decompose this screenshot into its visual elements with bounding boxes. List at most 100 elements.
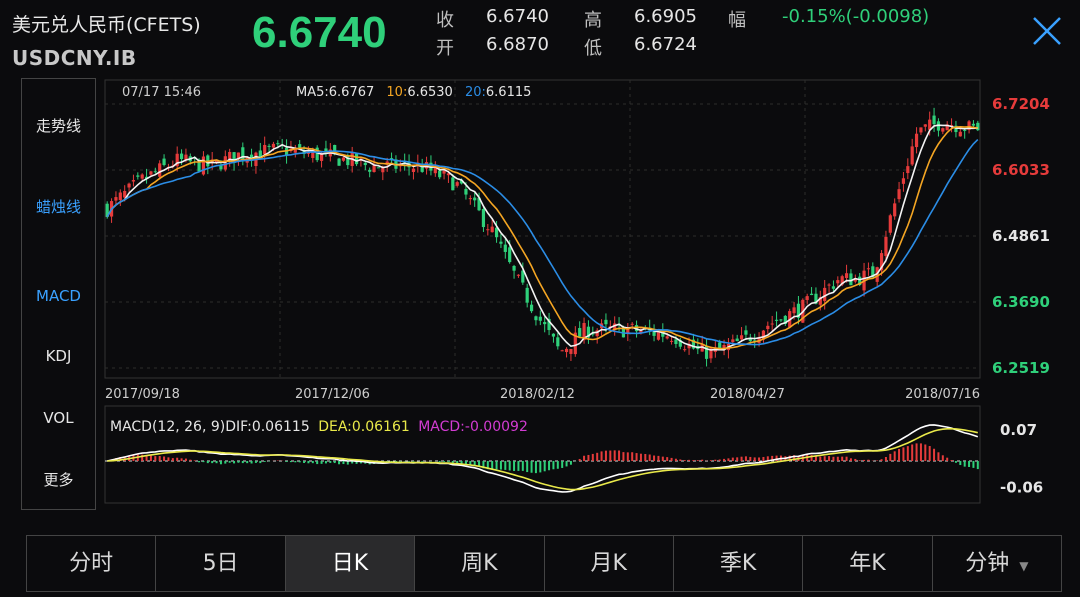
candle-body [149,171,153,175]
candle-body [267,145,271,147]
x-tick-label: 2017/12/06 [295,387,370,402]
candle-body [534,316,538,321]
ma5-line [106,124,978,351]
candle-body [831,286,836,289]
sidebar-item-vol[interactable]: VOL [22,409,95,427]
macd-y-tick-label: 0.07 [1000,421,1037,439]
chevron-down-icon: ▼ [1019,559,1029,573]
moving-averages [106,124,979,351]
candle-body [543,322,547,325]
tab-weekly-k[interactable]: 周K [415,536,545,591]
tab-daily-k[interactable]: 日K [285,536,416,591]
candle-body [376,167,381,169]
candle-body [578,328,582,337]
candle-body [158,163,162,177]
sidebar-item-more[interactable]: 更多 [22,469,95,490]
candle-body [770,323,774,325]
chart-area[interactable]: 07/17 15:46 MA5:6.6767 10:6.6530 20:6.61… [100,78,1080,508]
candle-body [914,133,919,148]
candle-body [503,244,507,252]
candles [105,107,980,367]
candle-body [564,348,569,353]
candle-body [114,197,118,201]
candle-body [455,182,459,186]
high-label: 高 [584,10,602,31]
tab-yearly-k[interactable]: 年K [803,536,933,591]
candle-body [276,143,280,145]
last-price: 6.6740 [252,8,387,57]
candle-body [131,180,136,182]
instrument-code: USDCNY.IB [12,46,137,70]
candle-body [486,229,490,231]
candle-body [556,337,560,347]
ma5-label: MA5: [296,85,329,100]
tab-quarterly-k[interactable]: 季K [674,536,804,591]
candle-body [560,350,564,352]
candle-body [368,169,372,172]
candle-body [963,129,967,131]
instrument-title: 美元兑人民币(CFETS) [12,14,201,36]
candle-body [630,323,634,325]
macd-params: MACD(12, 26, 9) [110,419,225,435]
candle-body [538,316,542,321]
candle-body [923,124,927,127]
macd-dea: DEA:0.06161 [318,419,410,435]
y-tick-label: 6.6033 [992,161,1050,179]
macd-value: MACD:-0.00092 [418,419,528,435]
candle-body [836,280,840,284]
y-tick-label: 6.3690 [992,293,1050,311]
candle-body [162,158,166,166]
candle-body [153,171,157,173]
high-value: 6.6905 [634,6,697,27]
candle-body [464,188,468,195]
ma10-label: 10: [386,85,407,100]
candle-body [118,192,122,200]
candle-body [739,335,744,340]
candle-body [341,157,346,161]
close-value: 6.6740 [486,6,549,27]
candle-body [941,128,945,132]
candle-body [683,349,687,351]
candle-body [271,143,276,148]
candle-body [897,189,901,200]
x-tick-label: 2017/09/18 [105,387,180,402]
axis-ticks: 6.7204 6.6033 6.4861 6.3690 6.2519 2017/09/18… [105,95,1050,497]
candle-body [910,146,914,165]
sidebar-item-trendline[interactable]: 走势线 [22,115,95,136]
candle-body [906,166,910,174]
candle-body [774,319,779,321]
open-value: 6.6870 [486,34,549,55]
x-tick-label: 2018/07/16 [905,387,980,402]
ma20-value: 6.6115 [486,85,532,100]
candle-body [731,339,735,342]
candle-body [228,151,232,160]
tab-minute[interactable]: 分钟 ▼ [933,536,1061,591]
candle-body [381,167,385,173]
close-icon[interactable] [1030,14,1064,48]
candle-body [744,330,748,335]
candle-body [669,340,674,342]
tab-5day[interactable]: 5日 [156,536,286,591]
sidebar-item-kdj[interactable]: KDJ [22,347,95,365]
period-tabs: 分时 5日 日K 周K 月K 季K 年K 分钟 ▼ [26,535,1062,592]
candlestick-chart[interactable]: 07/17 15:46 MA5:6.6767 10:6.6530 20:6.61… [100,78,1080,508]
candle-body [451,177,455,191]
ma20-label: 20: [465,85,486,100]
tab-intraday[interactable]: 分时 [27,536,157,591]
candle-body [766,325,770,330]
y-tick-label: 6.4861 [992,227,1050,245]
sidebar-item-macd[interactable]: MACD [22,287,95,305]
candle-body [888,215,892,233]
candle-body [442,170,446,174]
candle-body [551,333,556,337]
candle-body [490,226,494,233]
tab-monthly-k[interactable]: 月K [545,536,674,591]
info-date: 07/17 15:46 [122,85,201,100]
candle-body [809,293,814,296]
candle-body [127,183,131,188]
candle-body [604,319,608,325]
change-label: 幅 [728,10,746,31]
candle-body [354,153,359,165]
candle-body [656,332,661,340]
sidebar-item-candlestick[interactable]: 蜡烛线 [22,196,95,217]
